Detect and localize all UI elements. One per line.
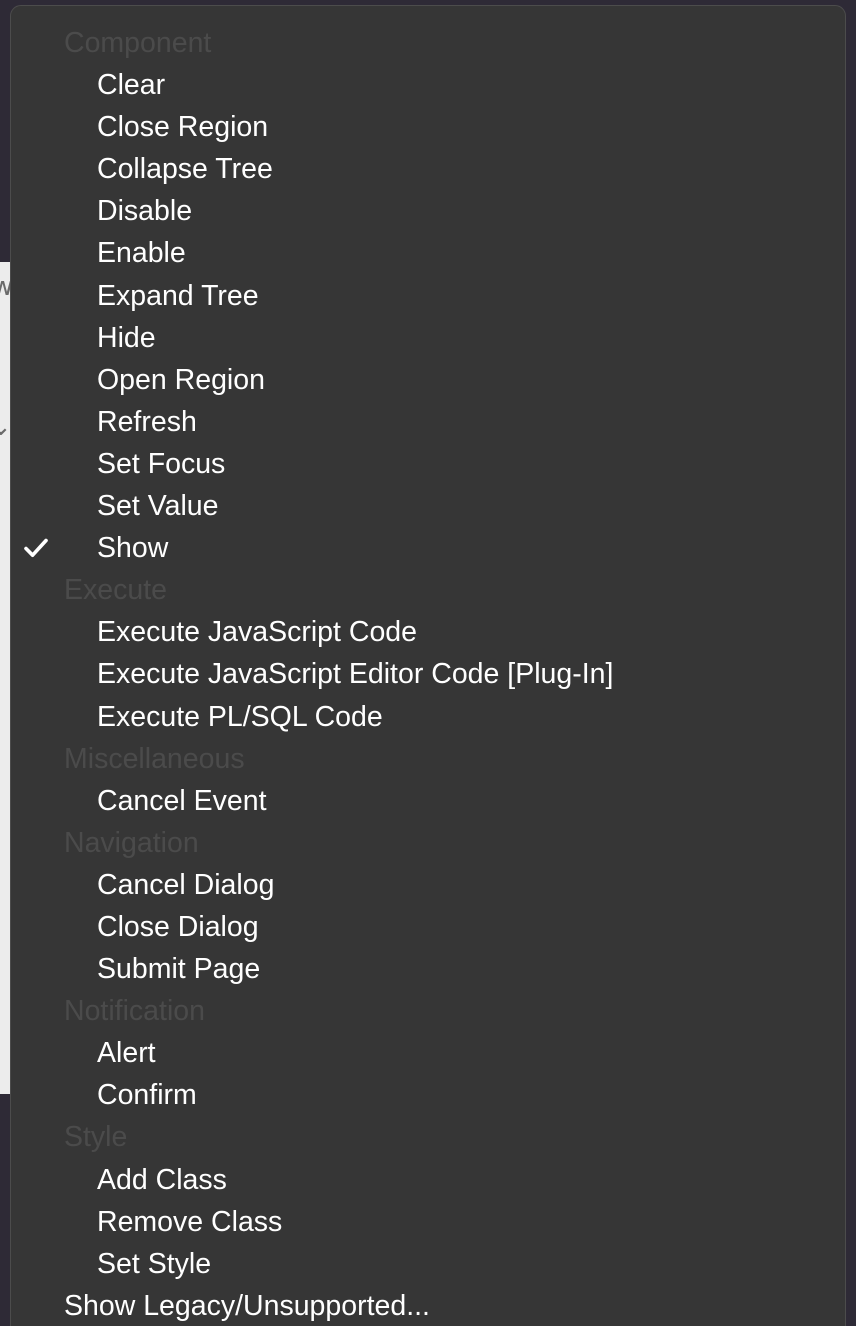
menu-item-disable[interactable]: Disable [11,190,845,232]
checkmark-icon [24,527,50,569]
group-header-component: Component [64,27,212,59]
menu-item-alert[interactable]: Alert [11,1032,845,1074]
menu-item-execute-javascript-code[interactable]: Execute JavaScript Code [11,611,845,653]
group-header-navigation: Navigation [64,826,199,859]
menu-item-submit-page[interactable]: Submit Page [11,948,845,990]
menu-item-refresh[interactable]: Refresh [11,401,845,443]
menu-item-enable[interactable]: Enable [11,232,845,274]
menu-item-label: Show [97,532,169,565]
menu-item-add-class[interactable]: Add Class [11,1159,845,1201]
menu-item-show-legacy-unsupported[interactable]: Show Legacy/Unsupported... [11,1285,845,1326]
menu-item-show[interactable]: Show [11,527,845,569]
menu-item-close-dialog[interactable]: Close Dialog [11,906,845,948]
menu-item-collapse-tree[interactable]: Collapse Tree [11,148,845,190]
menu-item-set-value[interactable]: Set Value [11,485,845,527]
group-header-notification: Notification [64,995,205,1028]
menu-item-clear[interactable]: Clear [11,64,845,106]
menu-item-confirm[interactable]: Confirm [11,1074,845,1116]
group-header-miscellaneous: Miscellaneous [64,742,245,775]
menu-item-cancel-dialog[interactable]: Cancel Dialog [11,864,845,906]
menu-item-execute-plsql-code[interactable]: Execute PL/SQL Code [11,696,845,738]
menu-item-cancel-event[interactable]: Cancel Event [11,780,845,822]
menu-item-set-focus[interactable]: Set Focus [11,443,845,485]
menu-item-open-region[interactable]: Open Region [11,359,845,401]
menu-item-expand-tree[interactable]: Expand Tree [11,275,845,317]
menu-item-close-region[interactable]: Close Region [11,106,845,148]
menu-item-set-style[interactable]: Set Style [11,1243,845,1285]
action-dropdown-menu[interactable]: Component Clear Close Region Collapse Tr… [10,5,846,1326]
group-header-execute: Execute [64,574,167,607]
group-header-style: Style [64,1121,128,1154]
menu-item-hide[interactable]: Hide [11,317,845,359]
menu-item-remove-class[interactable]: Remove Class [11,1201,845,1243]
menu-item-execute-javascript-editor-code[interactable]: Execute JavaScript Editor Code [Plug-In] [11,653,845,695]
